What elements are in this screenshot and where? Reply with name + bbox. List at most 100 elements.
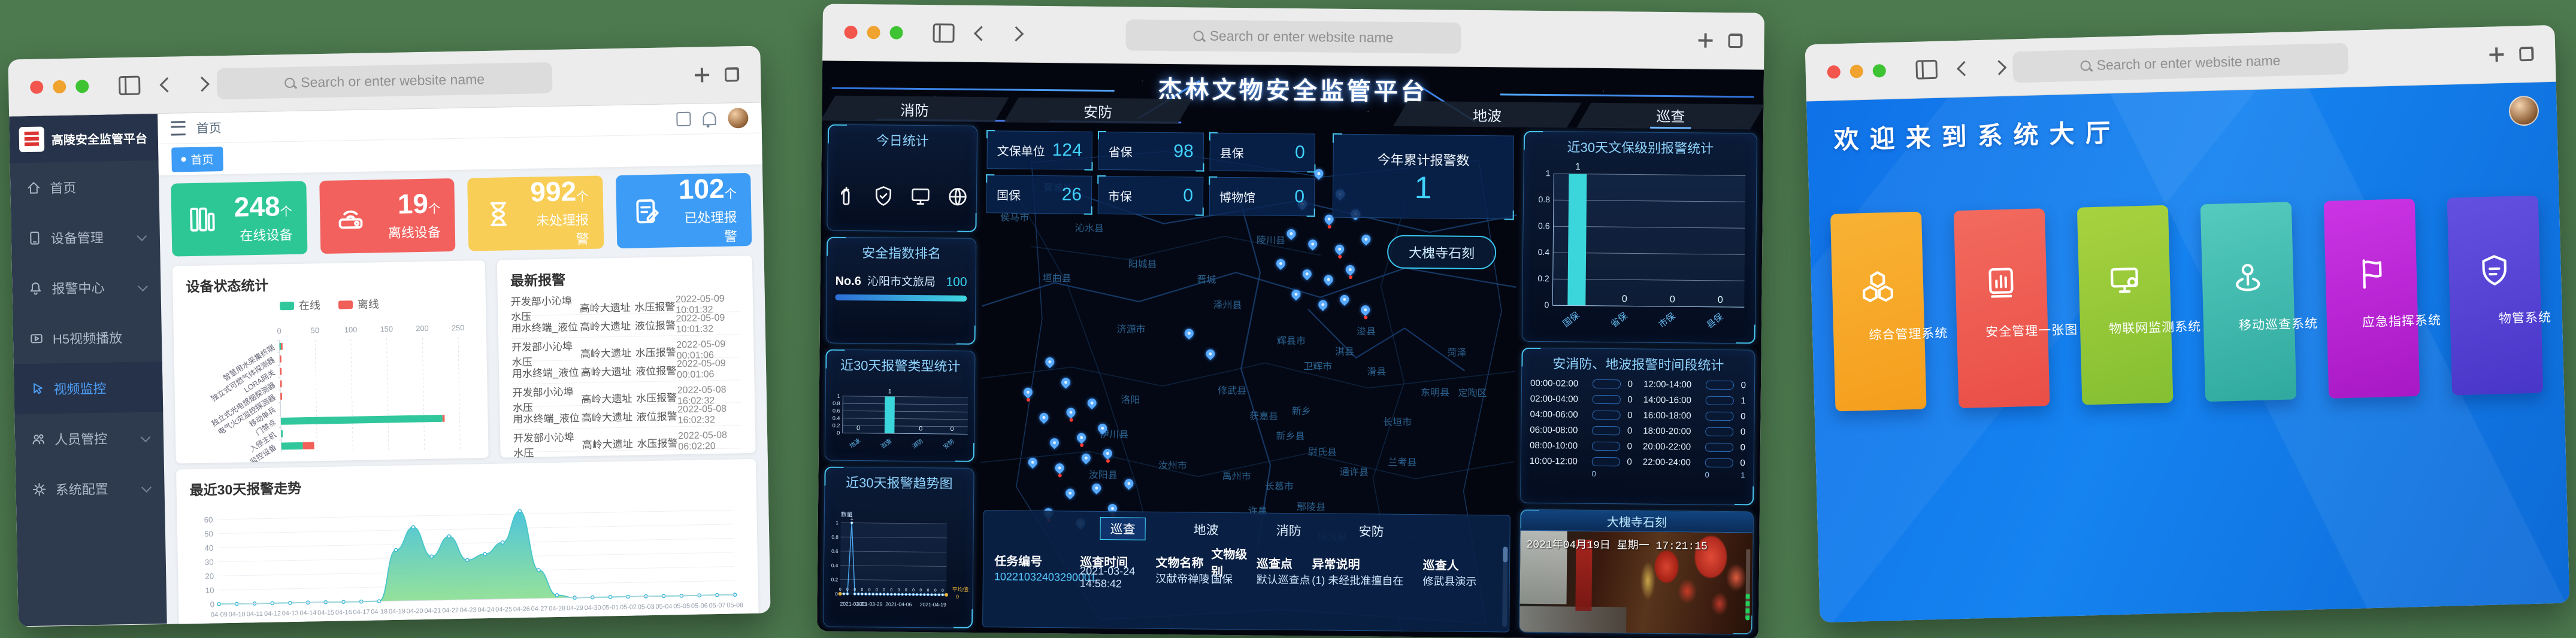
forward-icon[interactable] [1991, 60, 2006, 75]
sidebar-item-1[interactable]: 设备管理 [11, 211, 160, 264]
tab-home[interactable]: 首页 [171, 147, 223, 172]
stat-box-市保: 市保0 [1098, 176, 1204, 215]
svg-text:0: 0 [210, 600, 215, 609]
time-slot-row: 02:00-04:000 [1530, 394, 1633, 405]
back-icon[interactable] [160, 77, 175, 92]
dashboard-tab-安防[interactable]: 安防 [1004, 98, 1192, 124]
sidebar-item-6[interactable]: 系统配置 [16, 462, 165, 515]
sidebar-toggle-icon[interactable] [119, 76, 141, 96]
svg-text:0.8: 0.8 [831, 534, 839, 540]
forward-icon[interactable] [195, 77, 210, 92]
dashboard-header: 杰林文物安全监管平台 消防安防 地波巡查 [822, 60, 1764, 129]
table-tab-安防[interactable]: 安防 [1349, 520, 1393, 542]
system-card-5[interactable]: 物管系统 [2447, 196, 2544, 396]
sidebar-item-2[interactable]: 报警中心 [12, 261, 161, 314]
close-icon[interactable] [1827, 65, 1841, 79]
dashboard-tab-消防[interactable]: 消防 [821, 96, 1009, 123]
minimize-icon[interactable] [53, 80, 66, 93]
tab-overview-icon[interactable] [2519, 47, 2534, 62]
sidebar-toggle-icon[interactable] [933, 23, 954, 42]
sidebar-item-4[interactable]: 视频监控 [14, 361, 163, 415]
svg-text:04-17: 04-17 [353, 609, 370, 616]
alarm-icon [28, 281, 43, 296]
command-flag-icon [2352, 254, 2390, 293]
shield-icon [871, 184, 895, 208]
svg-text:0: 0 [927, 588, 930, 593]
legend-item[interactable]: 在线 [280, 297, 320, 313]
close-icon[interactable] [844, 26, 858, 39]
site-button[interactable]: 大槐寺石刻 [1387, 235, 1497, 270]
svg-text:0: 0 [942, 589, 944, 593]
video-icon [29, 331, 44, 347]
alarm-row[interactable]: 开发部小沁埠水压高岭大遗址水压报警2022-05-09 10:01:32 [511, 289, 740, 316]
system-card-1[interactable]: 安全管理一张图 [1954, 208, 2050, 408]
back-icon[interactable] [1957, 61, 1972, 76]
svg-text:0: 0 [912, 588, 915, 593]
bell-icon[interactable] [703, 112, 716, 125]
svg-text:0: 0 [1670, 294, 1675, 305]
new-tab-icon[interactable] [695, 68, 709, 82]
kpi-label: 在线设备 [234, 224, 292, 245]
tab-overview-icon[interactable] [725, 67, 739, 81]
sidebar-toggle-icon[interactable] [1915, 60, 1938, 80]
table-scrollbar[interactable] [1502, 546, 1508, 627]
minimize-icon[interactable] [1849, 65, 1863, 78]
stat-box-县保: 县保0 [1209, 133, 1315, 172]
svg-text:04-25: 04-25 [495, 606, 512, 613]
svg-text:0: 0 [876, 588, 878, 592]
volume-slider[interactable] [1745, 549, 1750, 621]
fullscreen-icon[interactable] [676, 112, 691, 126]
minimize-icon[interactable] [867, 26, 880, 39]
alarm-row[interactable]: 开发部小沁埠水压高岭大遗址水压报警2022-05-08 06:02:20 [513, 426, 743, 452]
system-card-4[interactable]: 应急指挥系统 [2324, 199, 2420, 399]
table-tab-巡查[interactable]: 巡查 [1100, 517, 1145, 540]
dashboard-tab-地波[interactable]: 地波 [1393, 101, 1582, 128]
system-card-2[interactable]: 物联网监测系统 [2077, 205, 2174, 405]
svg-text:100: 100 [344, 325, 358, 334]
svg-text:60: 60 [204, 515, 213, 524]
svg-text:1: 1 [850, 515, 853, 521]
svg-text:04-22: 04-22 [442, 607, 459, 615]
alarm-row[interactable]: 开发部小沁埠水压高岭大遗址水压报警2022-05-08 16:02:32 [512, 380, 741, 407]
map-place-label: 卫辉市 [1303, 358, 1332, 372]
back-icon[interactable] [974, 26, 989, 41]
zoom-icon[interactable] [75, 80, 89, 93]
system-card-3[interactable]: 移动巡查系统 [2200, 202, 2297, 402]
svg-text:巡查: 巡查 [879, 437, 894, 450]
map-place-label: 辉县市 [1277, 333, 1306, 347]
table-tab-地波[interactable]: 地波 [1183, 518, 1228, 540]
collapse-menu-icon[interactable] [171, 121, 185, 135]
svg-text:0.4: 0.4 [1538, 247, 1550, 257]
avatar[interactable] [728, 108, 749, 129]
chevron-down-icon [137, 231, 147, 241]
right-browser-window: Search or enter website name 欢迎来到系统大厅 综合… [1805, 25, 2570, 622]
sidebar-item-0[interactable]: 首页 [10, 160, 159, 214]
address-bar[interactable]: Search or enter website name [1125, 19, 1461, 53]
svg-text:0: 0 [856, 424, 860, 432]
forward-icon[interactable] [1009, 26, 1024, 41]
svg-text:04-12: 04-12 [264, 610, 281, 618]
dashboard-tab-巡查[interactable]: 巡查 [1576, 103, 1764, 130]
new-tab-icon[interactable] [2489, 47, 2504, 62]
legend-item[interactable]: 离线 [338, 296, 379, 312]
zoom-icon[interactable] [1872, 64, 1886, 78]
tab-overview-icon[interactable] [1728, 34, 1742, 48]
sidebar-item-5[interactable]: 人员管控 [14, 412, 164, 465]
alarm-row[interactable]: 开发部小沁埠水压高岭大遗址水压报警2022-05-09 00:01:06 [511, 335, 741, 361]
close-icon[interactable] [30, 81, 43, 94]
zoom-icon[interactable] [890, 26, 903, 40]
svg-text:04-29: 04-29 [567, 604, 583, 612]
sidebar-item-3[interactable]: H5视频播放 [13, 311, 162, 364]
address-bar[interactable]: Search or enter website name [217, 62, 553, 99]
svg-text:04-19: 04-19 [389, 608, 405, 616]
camera-title: 大槐寺石刻 [1521, 510, 1753, 533]
address-bar[interactable]: Search or enter website name [2012, 43, 2348, 83]
sidebar-item-label: 系统配置 [55, 479, 108, 499]
map-place-label: 沁水县 [1075, 220, 1104, 235]
table-tab-消防[interactable]: 消防 [1266, 519, 1310, 542]
system-card-0[interactable]: 综合管理系统 [1830, 212, 1927, 412]
svg-text:0: 0 [853, 588, 856, 592]
map-place-label: 晋城 [1197, 271, 1216, 285]
new-tab-icon[interactable] [1698, 34, 1712, 48]
map-place-label: 新乡 [1292, 403, 1311, 417]
